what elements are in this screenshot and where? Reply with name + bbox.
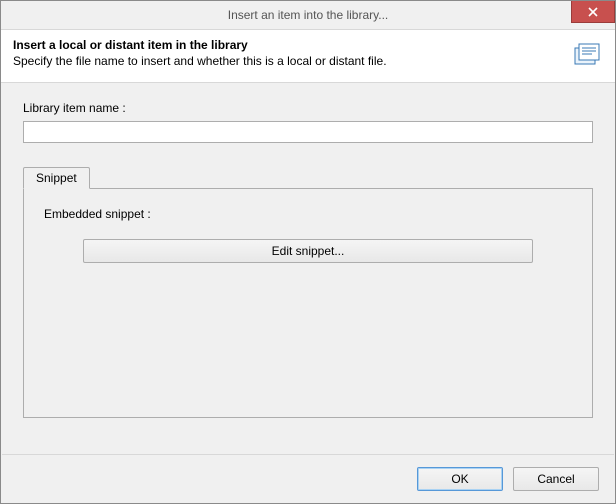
header-title: Insert a local or distant item in the li… xyxy=(13,38,387,52)
embedded-snippet-label: Embedded snippet : xyxy=(44,207,572,221)
library-icon xyxy=(571,40,603,72)
tab-snippet[interactable]: Snippet xyxy=(23,167,90,189)
cancel-button[interactable]: Cancel xyxy=(513,467,599,491)
snippet-panel: Embedded snippet : Edit snippet... xyxy=(23,188,593,418)
header-text: Insert a local or distant item in the li… xyxy=(13,38,387,68)
header-panel: Insert a local or distant item in the li… xyxy=(1,29,615,83)
ok-button[interactable]: OK xyxy=(417,467,503,491)
close-icon xyxy=(588,7,598,17)
close-button[interactable] xyxy=(571,1,615,23)
footer: OK Cancel xyxy=(1,455,615,503)
body-area: Library item name : Snippet Embedded sni… xyxy=(1,83,615,428)
edit-snippet-button[interactable]: Edit snippet... xyxy=(83,239,533,263)
tab-area: Snippet Embedded snippet : Edit snippet.… xyxy=(23,167,593,418)
window-title: Insert an item into the library... xyxy=(1,8,615,22)
titlebar: Insert an item into the library... xyxy=(1,1,615,29)
dialog-window: Insert an item into the library... Inser… xyxy=(0,0,616,504)
tab-strip: Snippet xyxy=(23,167,593,188)
library-item-label: Library item name : xyxy=(23,101,593,115)
library-item-input[interactable] xyxy=(23,121,593,143)
header-subtitle: Specify the file name to insert and whet… xyxy=(13,54,387,68)
